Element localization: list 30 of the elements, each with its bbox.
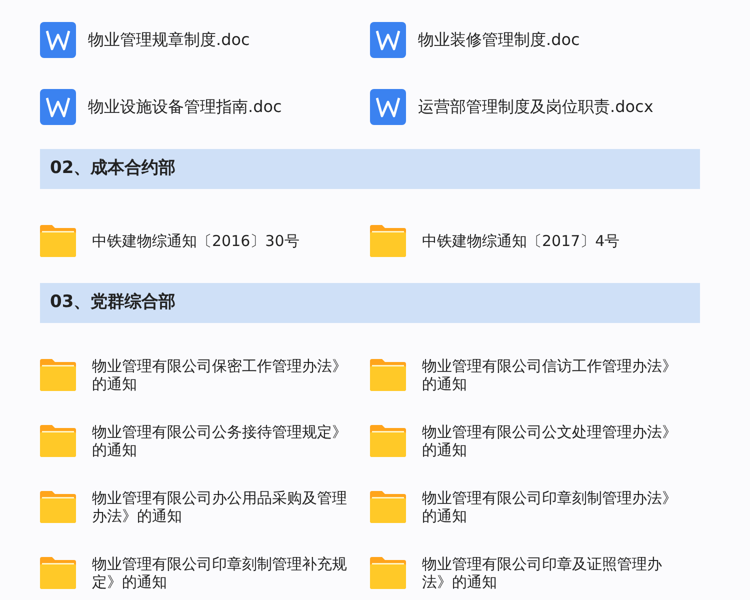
section-header: 02、成本合约部: [40, 149, 700, 189]
file-name[interactable]: 运营部管理制度及岗位职责.docx: [418, 95, 654, 119]
file-name[interactable]: 物业管理有限公司印章刻制管理补充规定》的通知: [92, 555, 354, 591]
file-name[interactable]: 物业管理有限公司公文处理管理办法》的通知: [422, 423, 684, 459]
file-name[interactable]: 物业管理规章制度.doc: [88, 28, 250, 52]
word-document-icon: [40, 22, 76, 58]
file-name[interactable]: 物业管理有限公司信访工作管理办法》的通知: [422, 357, 684, 393]
file-name[interactable]: 物业管理有限公司印章刻制管理办法》的通知: [422, 489, 684, 525]
file-name[interactable]: 物业管理有限公司印章及证照管理办法》的通知: [422, 555, 684, 591]
folder-icon: [40, 491, 76, 523]
folder-icon: [370, 557, 406, 589]
folder-icon: [370, 359, 406, 391]
file-name[interactable]: 物业管理有限公司保密工作管理办法》的通知: [92, 357, 354, 393]
folder-icon: [40, 425, 76, 457]
file-name[interactable]: 中铁建物综通知〔2016〕30号: [92, 232, 354, 250]
file-name[interactable]: 物业管理有限公司办公用品采购及管理办法》的通知: [92, 489, 354, 525]
file-name[interactable]: 中铁建物综通知〔2017〕4号: [422, 232, 684, 250]
folder-icon: [370, 491, 406, 523]
folder-icon: [40, 557, 76, 589]
folder-icon: [370, 225, 406, 257]
word-document-icon: [370, 89, 406, 125]
file-name[interactable]: 物业装修管理制度.doc: [418, 28, 580, 52]
folder-icon: [370, 425, 406, 457]
word-document-icon: [40, 89, 76, 125]
file-name[interactable]: 物业管理有限公司公务接待管理规定》的通知: [92, 423, 354, 459]
folder-icon: [40, 359, 76, 391]
file-name[interactable]: 物业设施设备管理指南.doc: [88, 95, 282, 119]
section-header: 03、党群综合部: [40, 283, 700, 323]
word-document-icon: [370, 22, 406, 58]
folder-icon: [40, 225, 76, 257]
